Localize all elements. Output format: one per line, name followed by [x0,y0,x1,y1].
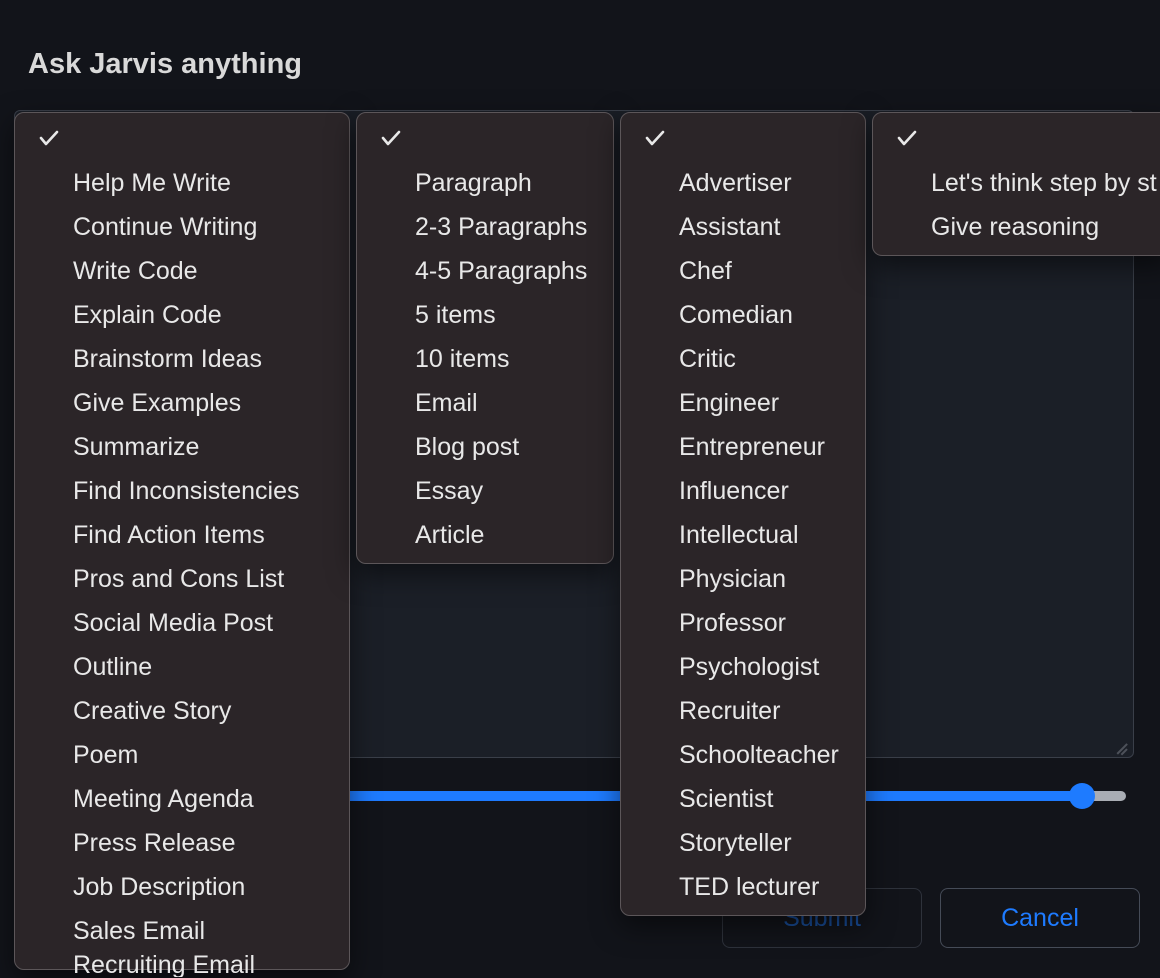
check-icon [895,126,919,155]
length-option[interactable]: Email [357,381,613,425]
reasoning-option[interactable]: Let's think step by st [873,161,1160,205]
task-option[interactable]: Poem [15,733,349,777]
role-option[interactable]: Storyteller [621,821,865,865]
role-option[interactable]: Entrepreneur [621,425,865,469]
length-option[interactable]: 5 items [357,293,613,337]
length-dropdown-selected[interactable] [357,119,613,161]
task-option[interactable]: Find Inconsistencies [15,469,349,513]
tasks-dropdown-selected[interactable] [15,119,349,161]
role-option[interactable]: TED lecturer [621,865,865,909]
role-option[interactable]: Recruiter [621,689,865,733]
tasks-dropdown[interactable]: Help Me Write Continue Writing Write Cod… [14,112,350,970]
task-option[interactable]: Press Release [15,821,349,865]
task-option[interactable]: Continue Writing [15,205,349,249]
length-option[interactable]: Paragraph [357,161,613,205]
reasoning-dropdown-selected[interactable] [873,119,1160,161]
role-option[interactable]: Scientist [621,777,865,821]
reasoning-option[interactable]: Give reasoning [873,205,1160,249]
role-dropdown-selected[interactable] [621,119,865,161]
role-option[interactable]: Chef [621,249,865,293]
task-option[interactable]: Explain Code [15,293,349,337]
page-title: Ask Jarvis anything [28,48,1132,81]
check-icon [379,126,403,155]
task-option[interactable]: Summarize [15,425,349,469]
task-option[interactable]: Job Description [15,865,349,909]
task-option[interactable]: Sales Email [15,909,349,953]
role-option[interactable]: Assistant [621,205,865,249]
task-option[interactable]: Meeting Agenda [15,777,349,821]
role-option[interactable]: Advertiser [621,161,865,205]
role-option[interactable]: Engineer [621,381,865,425]
task-option[interactable]: Help Me Write [15,161,349,205]
length-option[interactable]: Blog post [357,425,613,469]
length-option[interactable]: 10 items [357,337,613,381]
check-icon [37,126,61,155]
task-option[interactable]: Give Examples [15,381,349,425]
task-option[interactable]: Creative Story [15,689,349,733]
role-option[interactable]: Physician [621,557,865,601]
reasoning-dropdown[interactable]: Let's think step by st Give reasoning [872,112,1160,256]
slider-thumb[interactable] [1069,783,1095,809]
task-option[interactable]: Brainstorm Ideas [15,337,349,381]
length-dropdown[interactable]: Paragraph 2-3 Paragraphs 4-5 Paragraphs … [356,112,614,564]
role-option[interactable]: Schoolteacher [621,733,865,777]
check-icon [643,126,667,155]
task-option[interactable]: Outline [15,645,349,689]
task-option[interactable]: Find Action Items [15,513,349,557]
role-option[interactable]: Influencer [621,469,865,513]
role-option[interactable]: Intellectual [621,513,865,557]
length-option[interactable]: 2-3 Paragraphs [357,205,613,249]
length-option[interactable]: Essay [357,469,613,513]
role-option[interactable]: Psychologist [621,645,865,689]
task-option[interactable]: Recruiting Email [15,953,349,977]
cancel-button[interactable]: Cancel [940,888,1140,948]
role-dropdown[interactable]: Advertiser Assistant Chef Comedian Criti… [620,112,866,916]
task-option[interactable]: Pros and Cons List [15,557,349,601]
role-option[interactable]: Comedian [621,293,865,337]
task-option[interactable]: Social Media Post [15,601,349,645]
length-option[interactable]: Article [357,513,613,557]
task-option[interactable]: Write Code [15,249,349,293]
length-option[interactable]: 4-5 Paragraphs [357,249,613,293]
role-option[interactable]: Critic [621,337,865,381]
role-option[interactable]: Professor [621,601,865,645]
